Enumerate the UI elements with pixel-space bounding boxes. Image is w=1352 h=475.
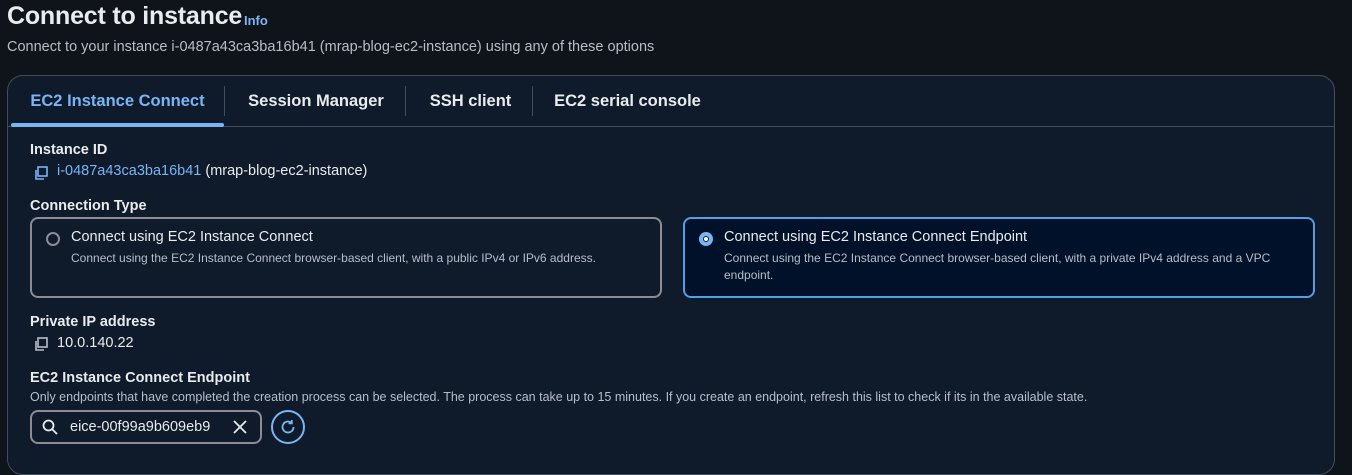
refresh-button[interactable] <box>271 410 305 444</box>
search-icon <box>42 419 58 435</box>
option-description: Connect using the EC2 Instance Connect b… <box>724 251 1271 282</box>
instance-id-label: Instance ID <box>30 142 108 158</box>
endpoint-search-input[interactable]: eice-00f99a9b609eb9 <box>30 410 262 444</box>
page-title: Connect to instance <box>7 2 243 30</box>
tab-ssh-client[interactable]: SSH client <box>417 76 524 126</box>
tab-divider <box>532 86 533 116</box>
connection-option-ec2-instance-connect-endpoint[interactable]: Connect using EC2 Instance Connect Endpo… <box>683 217 1315 298</box>
endpoint-label: EC2 Instance Connect Endpoint <box>30 370 250 386</box>
radio-icon[interactable] <box>46 232 60 246</box>
instance-id-row: i-0487a43ca3ba16b41 (mrap-blog-ec2-insta… <box>57 163 367 179</box>
copy-icon[interactable] <box>33 336 49 352</box>
tab-divider <box>224 86 225 116</box>
option-title: Connect using EC2 Instance Connect <box>71 229 313 245</box>
tab-session-manager[interactable]: Session Manager <box>236 76 396 126</box>
tab-bar: EC2 Instance Connect Session Manager SSH… <box>8 76 1334 127</box>
tab-divider <box>405 86 406 116</box>
tab-ec2-instance-connect[interactable]: EC2 Instance Connect <box>11 76 224 127</box>
instance-name: (mrap-blog-ec2-instance) <box>205 163 368 179</box>
endpoint-description: Only endpoints that have completed the c… <box>30 390 1088 404</box>
connection-option-ec2-instance-connect[interactable]: Connect using EC2 Instance Connect Conne… <box>30 217 662 298</box>
refresh-icon <box>281 420 295 434</box>
close-icon[interactable] <box>232 419 248 435</box>
connect-options-panel: EC2 Instance Connect Session Manager SSH… <box>7 75 1335 475</box>
instance-id-link[interactable]: i-0487a43ca3ba16b41 <box>57 163 201 179</box>
private-ip-value: 10.0.140.22 <box>57 335 134 351</box>
connection-type-label: Connection Type <box>30 198 147 214</box>
radio-icon[interactable] <box>699 232 713 246</box>
info-link[interactable]: Info <box>244 13 268 28</box>
option-title: Connect using EC2 Instance Connect Endpo… <box>724 229 1028 245</box>
private-ip-label: Private IP address <box>30 314 156 330</box>
endpoint-search-value: eice-00f99a9b609eb9 <box>70 419 211 435</box>
page-subtitle: Connect to your instance i-0487a43ca3ba1… <box>7 39 655 55</box>
tab-ec2-serial-console[interactable]: EC2 serial console <box>544 76 711 126</box>
copy-icon[interactable] <box>33 165 49 181</box>
option-description: Connect using the EC2 Instance Connect b… <box>71 251 596 265</box>
